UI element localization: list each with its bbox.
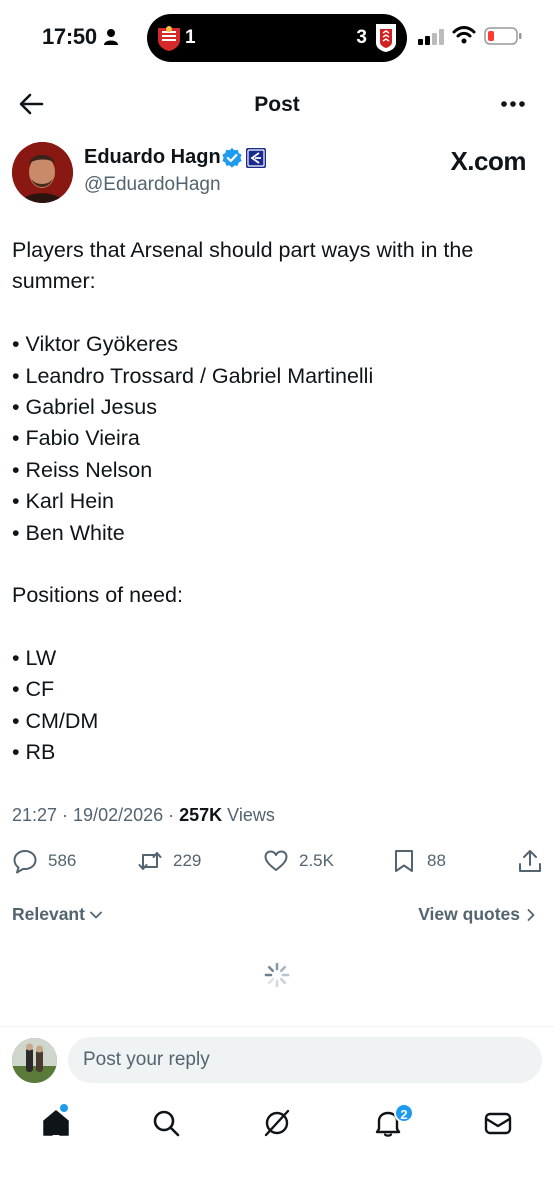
post-line: • RB bbox=[12, 740, 56, 765]
author-handle[interactable]: @EduardoHagn bbox=[84, 174, 221, 196]
loading-spinner-icon bbox=[264, 962, 290, 988]
repost-button[interactable]: 229 bbox=[137, 845, 201, 877]
post-text: Players that Arsenal should part ways wi… bbox=[12, 235, 542, 769]
repost-count: 229 bbox=[173, 851, 202, 870]
post-actions: 586 229 2.5K 88 bbox=[0, 845, 554, 877]
cellular-signal-icon bbox=[418, 29, 444, 45]
status-bar: 17:50 1 3 bbox=[0, 0, 554, 76]
post-line: summer: bbox=[12, 269, 96, 294]
away-score: 3 bbox=[356, 27, 367, 48]
sort-label: Relevant bbox=[12, 904, 85, 924]
heart-icon bbox=[264, 850, 288, 871]
post-meta: 21:27 · 19/02/2026 · 257K Views bbox=[12, 805, 275, 826]
source-badge: X.com bbox=[450, 146, 526, 177]
sunderland-crest-icon bbox=[158, 26, 180, 51]
post-line: • Gabriel Jesus bbox=[12, 394, 157, 419]
more-options-icon[interactable] bbox=[500, 94, 526, 114]
affiliate-badge-icon bbox=[246, 148, 266, 168]
post-line: • Karl Hein bbox=[12, 489, 114, 514]
reply-input[interactable] bbox=[68, 1037, 542, 1083]
share-icon bbox=[519, 850, 541, 872]
user-photo bbox=[12, 1038, 57, 1083]
status-time: 17:50 bbox=[42, 24, 97, 49]
sort-relevant-dropdown[interactable]: Relevant bbox=[12, 904, 103, 925]
source-badge-label: X.com bbox=[450, 146, 526, 176]
reply-count: 586 bbox=[48, 851, 77, 870]
bottom-tab-bar bbox=[0, 1100, 554, 1150]
post-line: • Leandro Trossard / Gabriel Martinelli bbox=[12, 363, 374, 388]
bookmark-icon bbox=[395, 850, 413, 872]
view-quotes-link[interactable]: View quotes bbox=[418, 904, 538, 925]
post-line: Positions of need: bbox=[12, 583, 183, 608]
chevron-right-icon bbox=[527, 908, 535, 921]
view-quotes-label: View quotes bbox=[418, 904, 520, 924]
notifications-badge: 2 bbox=[394, 1103, 414, 1123]
views-count: 257K bbox=[179, 805, 223, 825]
share-button[interactable] bbox=[517, 845, 553, 877]
like-button[interactable]: 2.5K bbox=[263, 845, 334, 877]
reply-button[interactable]: 586 bbox=[12, 845, 76, 877]
home-icon[interactable] bbox=[41, 1108, 71, 1138]
reply-divider bbox=[0, 1026, 554, 1027]
search-icon[interactable] bbox=[151, 1108, 181, 1138]
reply-icon bbox=[13, 850, 37, 874]
bookmark-button[interactable]: 88 bbox=[391, 845, 446, 877]
author-avatar[interactable] bbox=[12, 142, 73, 203]
fulham-crest-icon bbox=[376, 24, 396, 52]
chevron-down-icon bbox=[90, 911, 102, 918]
post-line: Players that Arsenal should part ways wi… bbox=[12, 238, 474, 262]
battery-icon bbox=[484, 27, 522, 45]
page-title: Post bbox=[254, 93, 300, 116]
messages-envelope-icon[interactable] bbox=[483, 1108, 513, 1138]
author-name[interactable]: Eduardo Hagn bbox=[84, 146, 221, 169]
grok-icon[interactable] bbox=[262, 1108, 292, 1138]
post-line: • Ben White bbox=[12, 520, 125, 545]
bookmark-count: 88 bbox=[427, 851, 446, 870]
post-line: • CM/DM bbox=[12, 708, 99, 733]
wifi-icon bbox=[452, 26, 476, 44]
views-label: Views bbox=[222, 805, 275, 825]
home-score: 1 bbox=[185, 27, 196, 48]
post-line: • Viktor Gyökeres bbox=[12, 332, 179, 357]
verified-badge-icon bbox=[222, 148, 242, 168]
live-activity-scoreboard[interactable]: 1 3 bbox=[147, 14, 407, 62]
like-count: 2.5K bbox=[299, 851, 334, 870]
post-line: • LW bbox=[12, 646, 57, 671]
user-avatar[interactable] bbox=[12, 1038, 57, 1083]
author-photo bbox=[12, 142, 73, 203]
person-icon bbox=[104, 29, 118, 45]
home-unread-dot bbox=[60, 1104, 68, 1112]
top-navigation: Post bbox=[0, 80, 554, 130]
repost-icon bbox=[138, 852, 162, 870]
post-line: • Fabio Vieira bbox=[12, 426, 140, 451]
post-line: • CF bbox=[12, 677, 55, 702]
post-line: • Reiss Nelson bbox=[12, 457, 153, 482]
post-timestamp[interactable]: 21:27 · 19/02/2026 · bbox=[12, 805, 179, 825]
